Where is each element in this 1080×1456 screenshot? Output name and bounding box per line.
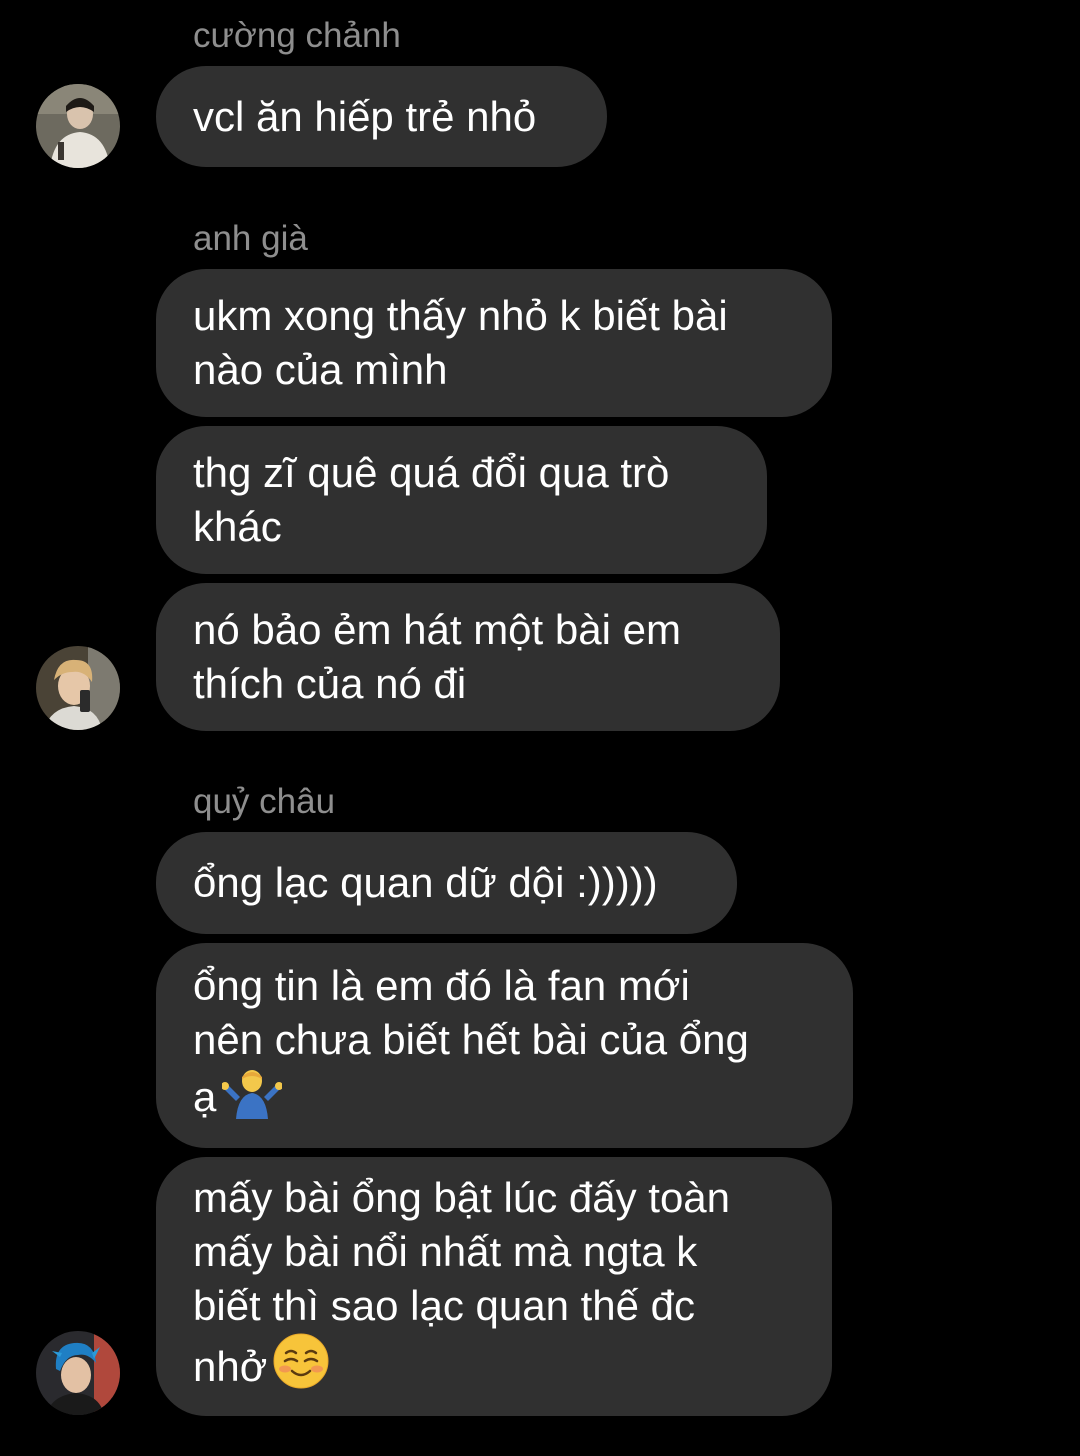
sender-name: anh già bbox=[193, 219, 308, 258]
sender-name: cường chảnh bbox=[193, 16, 401, 55]
message-bubble[interactable]: vcl ăn hiếp trẻ nhỏ bbox=[156, 66, 607, 167]
message-text: nó bảo ẻm hát một bài em thích của nó đi bbox=[193, 606, 681, 707]
avatar[interactable] bbox=[36, 84, 120, 168]
message-bubble[interactable]: ổng lạc quan dữ dội :))))) bbox=[156, 832, 737, 934]
person-shrugging-emoji-icon bbox=[221, 1067, 284, 1132]
message-text: ổng lạc quan dữ dội :))))) bbox=[193, 859, 658, 906]
avatar-photo-icon bbox=[36, 84, 120, 168]
message-text: ukm xong thấy nhỏ k biết bài nào của mìn… bbox=[193, 292, 728, 393]
avatar-photo-icon bbox=[36, 1331, 120, 1415]
message-bubble[interactable]: nó bảo ẻm hát một bài em thích của nó đi bbox=[156, 583, 780, 731]
avatar[interactable] bbox=[36, 1331, 120, 1415]
message-bubble[interactable]: ukm xong thấy nhỏ k biết bài nào của mìn… bbox=[156, 269, 832, 417]
message-text: thg zĩ quê quá đổi qua trò khác bbox=[193, 449, 670, 550]
message-bubble[interactable]: thg zĩ quê quá đổi qua trò khác bbox=[156, 426, 767, 574]
avatar-photo-icon bbox=[36, 646, 120, 730]
message-text-wrapper: mấy bài ổng bật lúc đấy toàn mấy bài nổi… bbox=[193, 1171, 730, 1402]
sender-name: quỷ châu bbox=[193, 782, 336, 821]
avatar[interactable] bbox=[36, 646, 120, 730]
smiling-face-emoji-icon bbox=[273, 1333, 329, 1402]
message-text-wrapper: ổng tin là em đó là fan mới nên chưa biế… bbox=[193, 959, 749, 1132]
message-text: vcl ăn hiếp trẻ nhỏ bbox=[193, 92, 537, 140]
message-bubble[interactable]: ổng tin là em đó là fan mới nên chưa biế… bbox=[156, 943, 853, 1148]
message-bubble[interactable]: mấy bài ổng bật lúc đấy toàn mấy bài nổi… bbox=[156, 1157, 832, 1416]
